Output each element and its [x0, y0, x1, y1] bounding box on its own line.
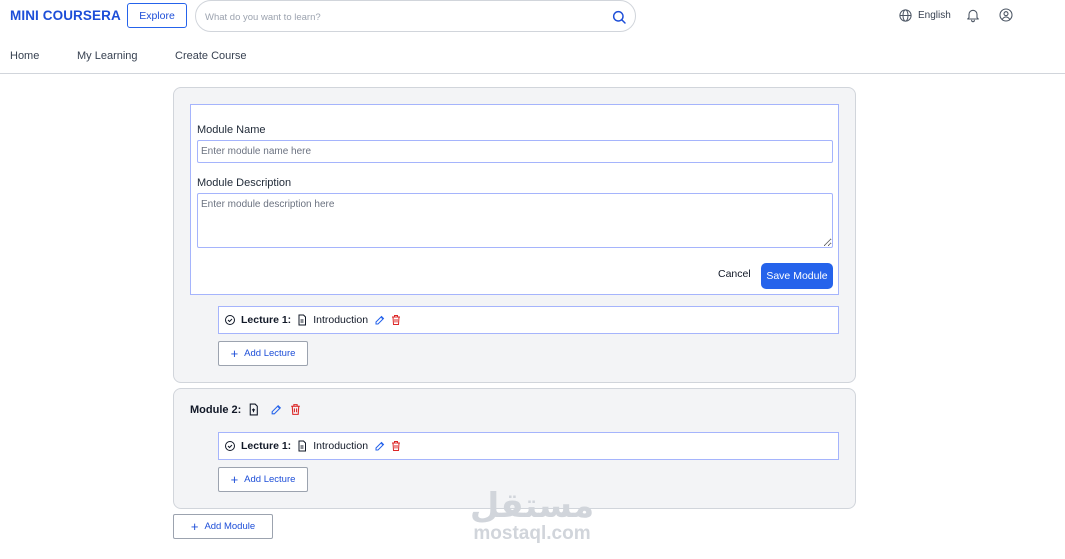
language-label: English — [918, 10, 951, 21]
edit-icon[interactable] — [270, 403, 283, 416]
add-lecture-label: Add Lecture — [244, 474, 296, 485]
nav-create-course[interactable]: Create Course — [175, 50, 247, 62]
search-input[interactable] — [205, 9, 605, 25]
user-profile-icon[interactable] — [998, 7, 1014, 23]
edit-icon[interactable] — [374, 314, 386, 326]
module-form: Module Name Module Description Cancel Sa… — [190, 104, 839, 295]
add-module-button[interactable]: + Add Module — [173, 514, 273, 539]
module-header: Module 2: — [190, 403, 302, 416]
logo[interactable]: MINI COURSERA — [10, 8, 121, 23]
language-selector[interactable]: English — [898, 8, 951, 23]
lecture-number: Lecture 1: — [241, 440, 292, 452]
check-circle-icon — [225, 441, 235, 451]
module-description-label: Module Description — [197, 177, 292, 189]
module-card-1: Module Name Module Description Cancel Sa… — [173, 87, 856, 383]
document-upload-icon — [250, 403, 259, 416]
globe-icon — [899, 9, 912, 22]
module-name-label: Module Name — [197, 124, 266, 136]
add-lecture-button[interactable]: + Add Lecture — [218, 467, 308, 492]
module-title: Module 2: — [190, 403, 242, 416]
add-lecture-label: Add Lecture — [244, 348, 296, 359]
save-module-button[interactable]: Save Module — [761, 263, 833, 289]
document-icon — [298, 314, 307, 326]
check-circle-icon — [225, 315, 235, 325]
nav-home[interactable]: Home — [10, 50, 39, 62]
lecture-title: Introduction — [313, 440, 369, 452]
top-bar: MINI COURSERA Explore English — [0, 0, 1065, 34]
plus-icon: + — [190, 519, 199, 534]
watermark-arabic: مستقل — [469, 486, 595, 526]
delete-icon[interactable] — [390, 440, 402, 452]
lecture-row: Lecture 1: Introduction — [218, 432, 839, 460]
search-icon[interactable] — [611, 9, 627, 25]
delete-icon[interactable] — [390, 314, 402, 326]
module-description-input[interactable] — [197, 193, 833, 248]
search-bar — [195, 0, 636, 32]
cancel-button[interactable]: Cancel — [718, 268, 751, 280]
lecture-row: Lecture 1: Introduction — [218, 306, 839, 334]
watermark: مستقل mostaql.com — [466, 488, 598, 544]
explore-button[interactable]: Explore — [127, 3, 187, 28]
add-lecture-button[interactable]: + Add Lecture — [218, 341, 308, 366]
watermark-domain: mostaql.com — [473, 523, 591, 544]
main-nav: Home My Learning Create Course — [0, 40, 1065, 74]
plus-icon: + — [230, 346, 239, 361]
lecture-title: Introduction — [313, 314, 369, 326]
module-name-input[interactable] — [197, 140, 833, 163]
edit-icon[interactable] — [374, 440, 386, 452]
add-module-label: Add Module — [204, 521, 256, 532]
delete-icon[interactable] — [289, 403, 302, 416]
document-icon — [298, 440, 307, 452]
nav-my-learning[interactable]: My Learning — [77, 50, 138, 62]
bell-icon[interactable] — [965, 7, 981, 23]
lecture-number: Lecture 1: — [241, 314, 292, 326]
plus-icon: + — [230, 472, 239, 487]
